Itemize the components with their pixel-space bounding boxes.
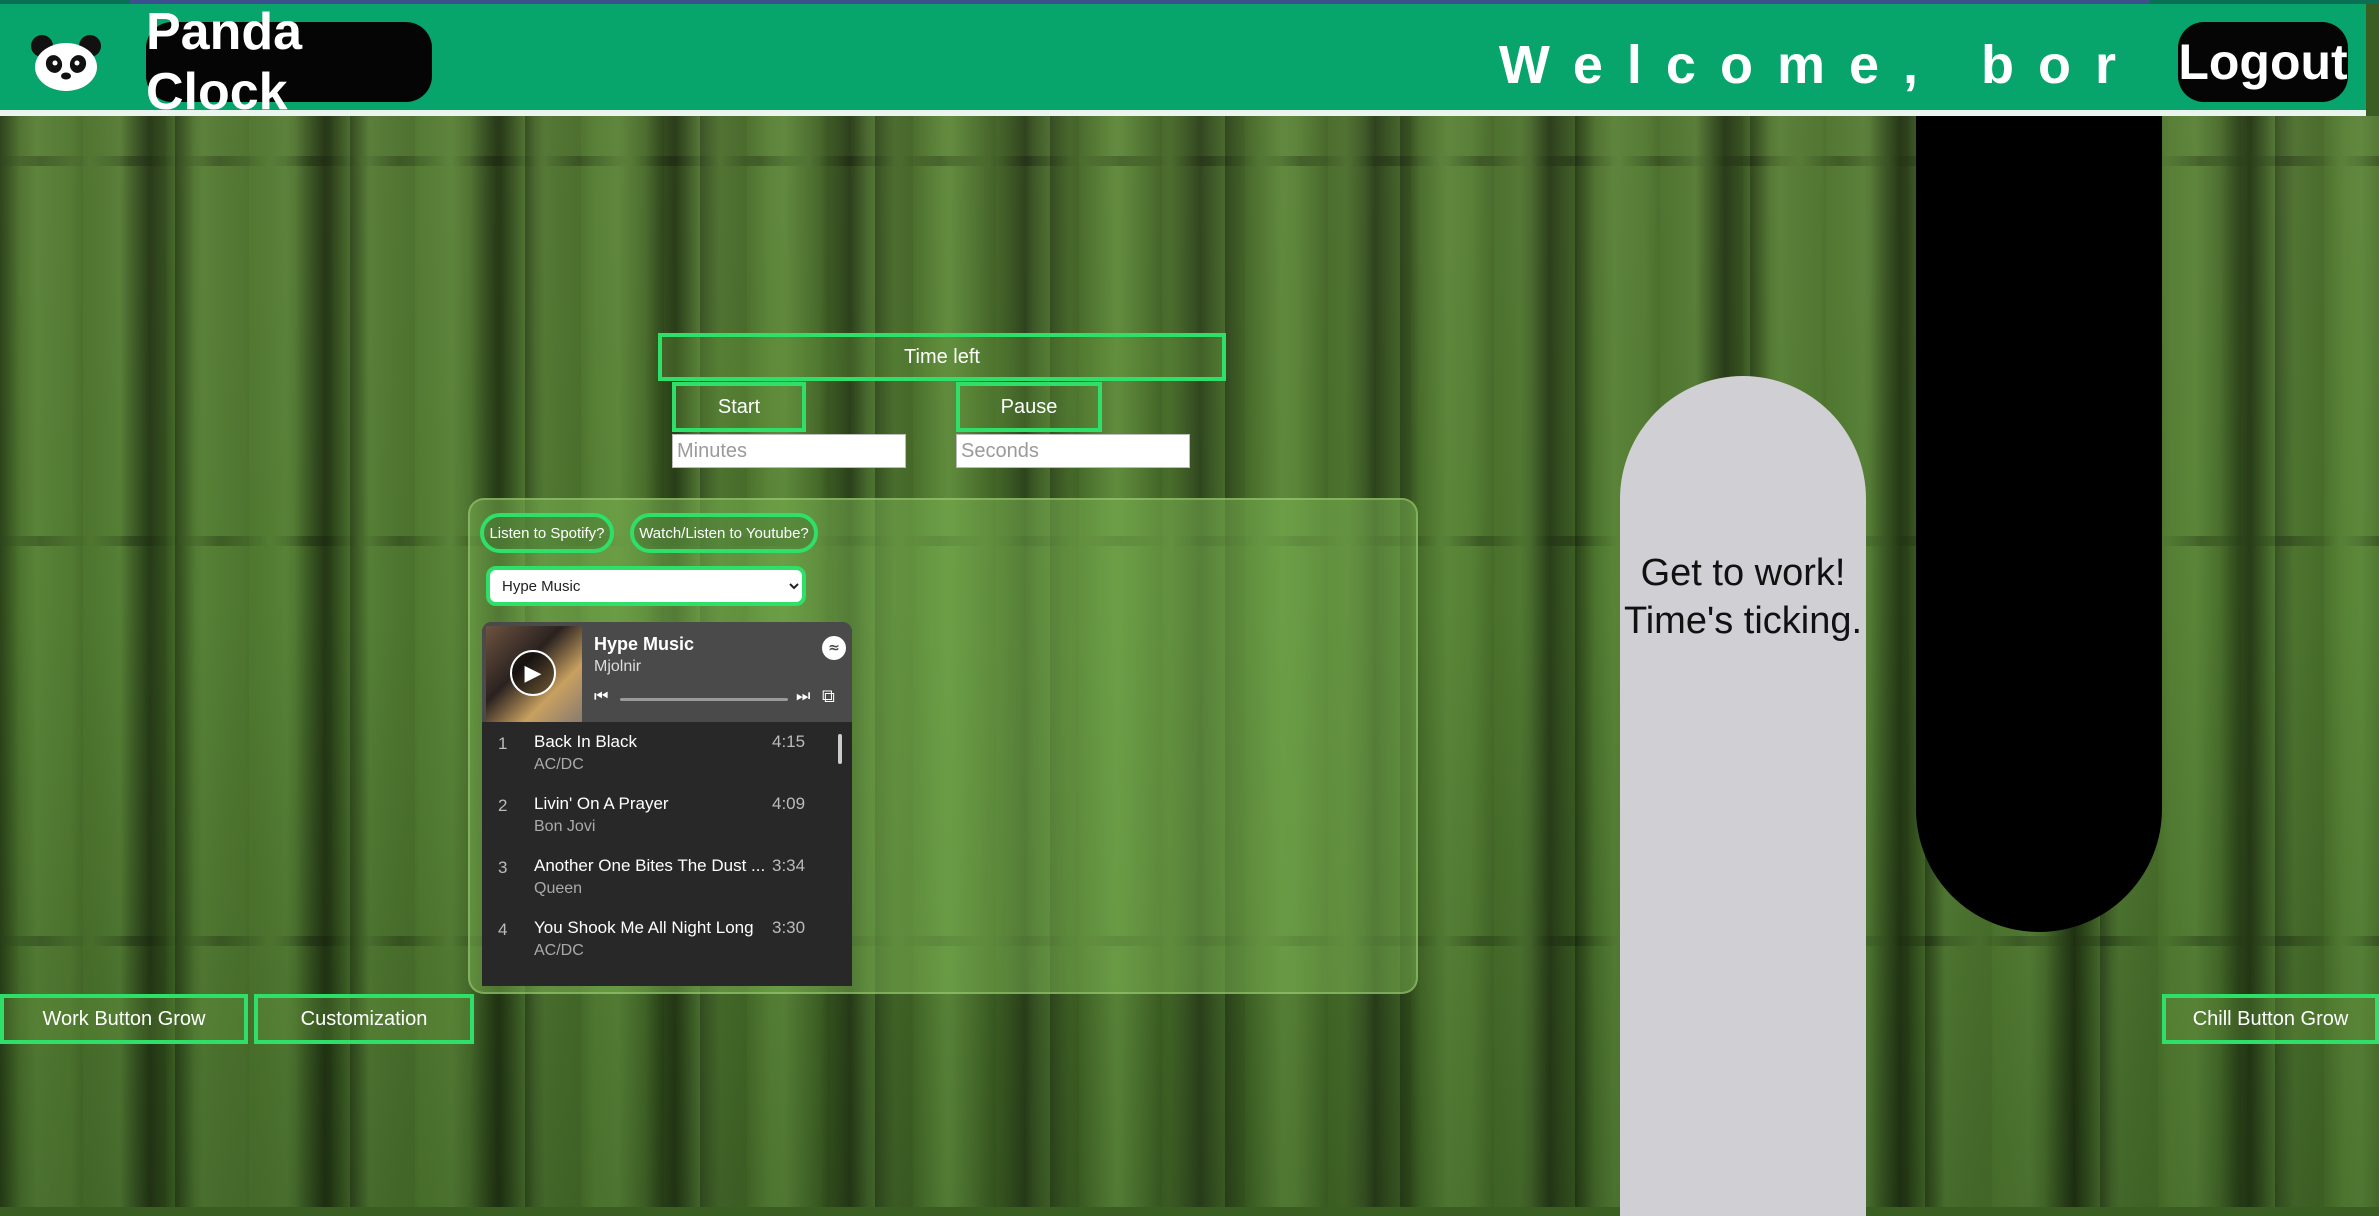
track-row[interactable]: 3 Another One Bites The Dust ... Queen 3… bbox=[482, 846, 852, 908]
work-button-grow[interactable]: Work Button Grow bbox=[0, 994, 248, 1044]
minutes-input[interactable] bbox=[672, 434, 906, 468]
pause-button[interactable]: Pause bbox=[956, 382, 1102, 432]
player-header: ▶ Hype Music Mjolnir ≈ ⏮ ⏭ ⧉ bbox=[482, 622, 852, 722]
track-artist: AC/DC bbox=[534, 756, 584, 773]
track-duration: 3:34 bbox=[772, 856, 806, 875]
playlist-owner: Mjolnir bbox=[594, 658, 642, 675]
logout-button[interactable]: Logout bbox=[2178, 22, 2348, 102]
playlist-title: Hype Music bbox=[594, 634, 695, 654]
track-row[interactable]: 2 Livin' On A Prayer Bon Jovi 4:09 bbox=[482, 784, 852, 846]
track-artist: Queen bbox=[534, 880, 583, 897]
track-name: You Shook Me All Night Long bbox=[534, 918, 754, 937]
track-artist: AC/DC bbox=[534, 942, 584, 959]
spotify-player: ▶ Hype Music Mjolnir ≈ ⏮ ⏭ ⧉ 1 Back In B… bbox=[482, 622, 852, 986]
time-left-display: Time left bbox=[658, 333, 1226, 381]
progress-bar[interactable] bbox=[620, 698, 788, 701]
play-icon[interactable]: ▶ bbox=[510, 650, 556, 696]
track-list: 1 Back In Black AC/DC 4:15 2 Livin' On A… bbox=[482, 722, 852, 986]
listen-spotify-button[interactable]: Listen to Spotify? bbox=[480, 513, 614, 553]
skip-next-icon[interactable]: ⏭ bbox=[796, 686, 810, 706]
track-name: Back In Black bbox=[534, 732, 637, 751]
spotify-icon[interactable]: ≈ bbox=[822, 636, 846, 660]
listen-youtube-button[interactable]: Watch/Listen to Youtube? bbox=[630, 513, 818, 553]
track-name: Another One Bites The Dust ... bbox=[534, 856, 766, 875]
app-header: Panda Clock Welcome, bor Logout bbox=[0, 3, 2366, 121]
share-icon[interactable]: ⧉ bbox=[822, 686, 835, 707]
track-list-scrollbar[interactable] bbox=[838, 734, 842, 764]
track-artist: Bon Jovi bbox=[534, 818, 596, 835]
start-button[interactable]: Start bbox=[672, 382, 806, 432]
track-row[interactable]: 4 You Shook Me All Night Long AC/DC 3:30 bbox=[482, 908, 852, 970]
work-progress-capsule bbox=[1620, 376, 1866, 1216]
track-number: 2 bbox=[498, 796, 508, 815]
track-duration: 3:30 bbox=[772, 918, 806, 937]
welcome-message: Welcome, bor bbox=[1498, 35, 2140, 95]
brand-button[interactable]: Panda Clock bbox=[146, 3, 432, 121]
track-duration: 4:09 bbox=[772, 794, 806, 813]
playlist-select[interactable]: Hype Music bbox=[486, 566, 806, 606]
track-row[interactable]: 1 Back In Black AC/DC 4:15 bbox=[482, 722, 852, 784]
panda-logo-icon bbox=[31, 35, 101, 91]
track-duration: 4:15 bbox=[772, 732, 806, 751]
track-number: 4 bbox=[498, 920, 508, 939]
chill-button-grow[interactable]: Chill Button Grow bbox=[2162, 994, 2379, 1044]
motivation-text: Get to work! Time's ticking. bbox=[1623, 552, 1863, 642]
track-name: Livin' On A Prayer bbox=[534, 794, 669, 813]
skip-previous-icon[interactable]: ⏮ bbox=[594, 686, 608, 706]
chill-progress-capsule bbox=[1916, 116, 2162, 932]
track-number: 3 bbox=[498, 858, 508, 877]
track-number: 1 bbox=[498, 734, 508, 753]
customization-button[interactable]: Customization bbox=[254, 994, 474, 1044]
seconds-input[interactable] bbox=[956, 434, 1190, 468]
